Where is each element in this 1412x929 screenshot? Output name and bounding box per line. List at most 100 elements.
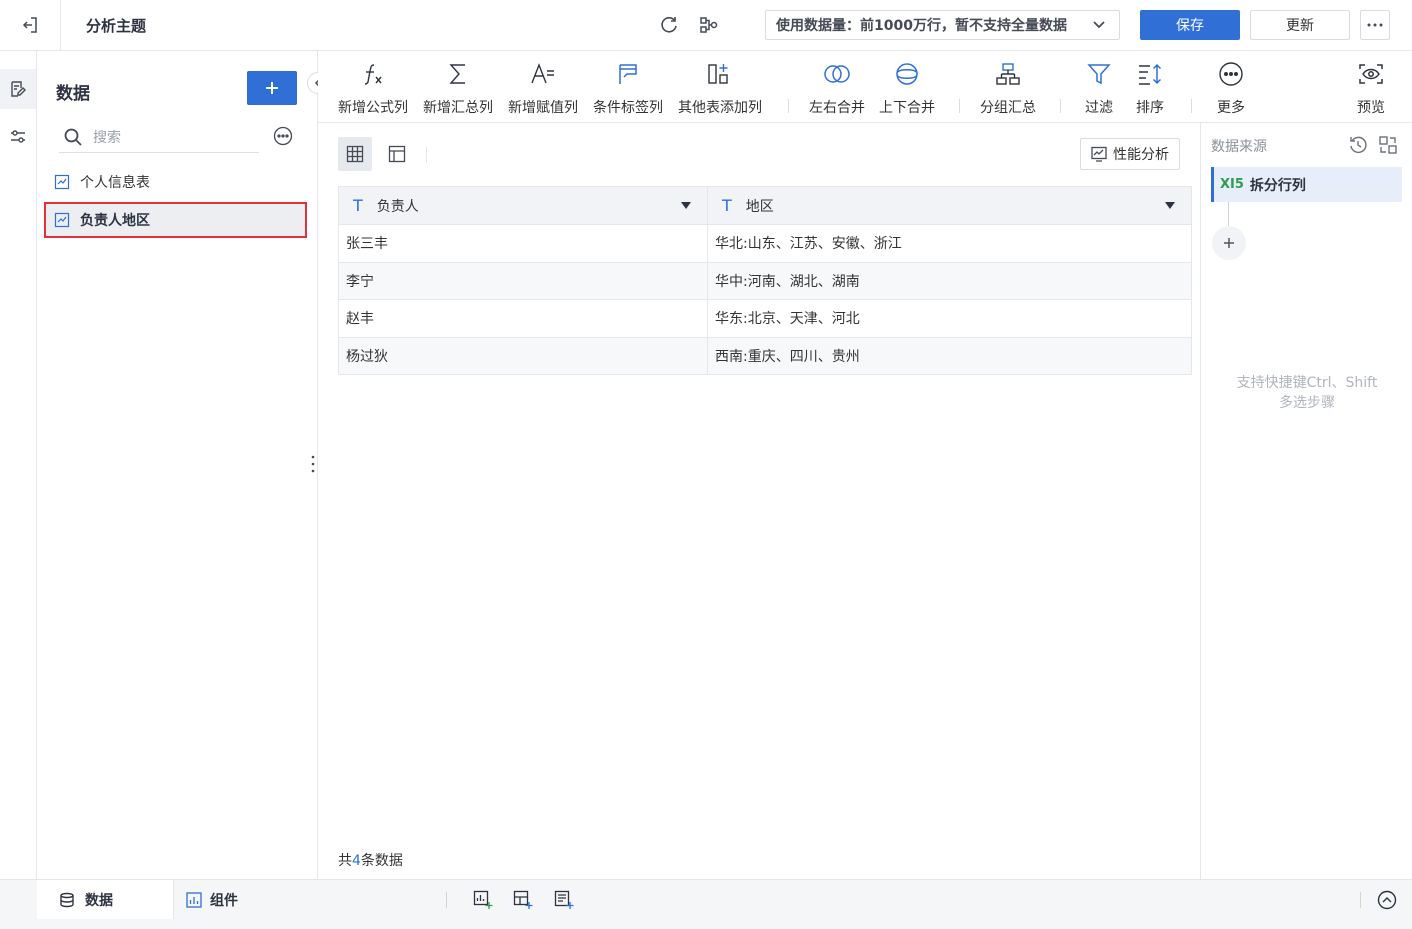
merge-horizontal-button[interactable]: 左右合并 <box>809 59 865 119</box>
step-label: 拆分行列 <box>1249 177 1306 194</box>
data-volume-select[interactable]: 使用数据量：前1000万行，暂不支持全量数据 <box>765 10 1120 40</box>
switch-icon <box>1379 136 1397 154</box>
row-count-value: 4 <box>352 853 361 869</box>
merge-vertical-button[interactable]: 上下合并 <box>879 59 935 119</box>
data-item-selected[interactable]: 负责人地区 <box>44 202 307 238</box>
more-circle-icon <box>273 126 293 146</box>
main-area: 性能分析 T 负责人 T 地区 张三丰 华北:山东、江苏、安徽、浙江 李宁 华中… <box>318 123 1200 879</box>
add-dashboard-button[interactable] <box>512 889 534 911</box>
column-header[interactable]: T 地区 <box>707 186 1192 225</box>
table-cell[interactable]: 华北:山东、江苏、安徽、浙江 <box>707 224 1192 263</box>
search-box <box>59 121 259 153</box>
grid-view-button[interactable] <box>338 137 372 171</box>
search-icon <box>64 128 82 146</box>
preview-button[interactable]: 预览 <box>1357 59 1385 119</box>
data-item[interactable]: 个人信息表 <box>44 164 307 200</box>
row-count-suffix: 条数据 <box>360 853 403 869</box>
left-rail <box>0 51 37 879</box>
table-cell[interactable]: 杨过狄 <box>338 336 708 375</box>
group-summary-button[interactable]: 分组汇总 <box>980 59 1036 119</box>
history-icon <box>1350 136 1367 154</box>
layout-view-button[interactable] <box>380 137 414 171</box>
tool-label: 左右合并 <box>809 100 865 116</box>
caret-down-icon[interactable] <box>1165 202 1175 210</box>
more-options-button[interactable] <box>1360 10 1390 40</box>
tool-label: 新增公式列 <box>338 100 408 116</box>
performance-analysis-button[interactable]: 性能分析 <box>1080 138 1180 170</box>
add-step-button[interactable] <box>1212 226 1246 260</box>
table-cell[interactable]: 华东:北京、天津、河北 <box>707 299 1192 338</box>
exit-button[interactable] <box>0 0 61 50</box>
expand-bottom-button[interactable] <box>1376 889 1398 911</box>
update-button[interactable]: 更新 <box>1250 10 1350 40</box>
add-component-button[interactable] <box>472 889 494 911</box>
search-input[interactable] <box>93 128 253 145</box>
steps-panel-title: 数据来源 <box>1211 139 1267 155</box>
add-report-button[interactable] <box>553 889 575 911</box>
exit-icon <box>22 17 37 33</box>
tool-label: 分组汇总 <box>980 100 1036 116</box>
flag-icon <box>614 59 642 89</box>
more-steps-button[interactable]: 更多 <box>1217 59 1245 119</box>
top-bar: 分析主题 使用数据量：前1000万行，暂不支持全量数据 保存 更新 <box>0 0 1412 51</box>
tool-label: 条件标签列 <box>593 100 663 116</box>
row-count: 共4条数据 <box>338 850 403 870</box>
data-panel-title: 数据 <box>56 84 90 104</box>
lineage-icon <box>700 17 718 33</box>
performance-chart-icon <box>1091 146 1107 162</box>
toolbar-divider <box>1191 99 1192 113</box>
data-edit-icon <box>11 81 26 97</box>
tab-data[interactable]: 数据 <box>37 880 174 919</box>
switch-view-button[interactable] <box>1378 135 1398 159</box>
rail-data-button[interactable] <box>0 69 36 109</box>
data-panel-more-button[interactable] <box>273 126 293 150</box>
caret-down-icon[interactable] <box>681 202 691 210</box>
filter-icon <box>1085 59 1113 89</box>
save-button[interactable]: 保存 <box>1140 10 1240 40</box>
data-item-label: 负责人地区 <box>80 213 150 229</box>
tab-data-label: 数据 <box>85 892 113 909</box>
step-split-rows-columns[interactable]: XI5 拆分行列 <box>1211 167 1402 202</box>
excel-icon: XI5 <box>1220 177 1244 192</box>
page-title: 分析主题 <box>86 17 147 35</box>
history-button[interactable] <box>1348 135 1368 159</box>
merge-horizontal-icon <box>823 59 851 89</box>
rail-settings-button[interactable] <box>0 117 36 157</box>
tab-component[interactable]: 组件 <box>186 880 238 919</box>
table-cell[interactable]: 张三丰 <box>338 224 708 263</box>
table-cell[interactable]: 西南:重庆、四川、贵州 <box>707 336 1192 375</box>
tool-label: 新增汇总列 <box>423 100 493 116</box>
column-header-label: 地区 <box>745 198 774 215</box>
sort-button[interactable]: 排序 <box>1136 59 1164 119</box>
table-chart-icon <box>54 212 70 228</box>
plus-icon <box>266 82 278 94</box>
filter-button[interactable]: 过滤 <box>1085 59 1113 119</box>
step-toolbar: 新增公式列 新增汇总列 新增赋值列 条件标签列 其他表添加列 左右合并 上下合并… <box>318 51 1412 123</box>
table-cell[interactable]: 李宁 <box>338 261 708 300</box>
add-formula-column-button[interactable]: 新增公式列 <box>338 59 408 119</box>
data-item-label: 个人信息表 <box>80 175 150 191</box>
table-cell[interactable]: 赵丰 <box>338 299 708 338</box>
shortcut-hint-line: 多选步骤 <box>1279 395 1335 411</box>
chevron-up-circle-icon <box>1377 890 1397 910</box>
add-data-button[interactable] <box>247 71 297 105</box>
add-report-icon <box>554 890 574 909</box>
chevron-down-icon <box>1093 21 1105 29</box>
add-summary-column-button[interactable]: 新增汇总列 <box>423 59 493 119</box>
tool-label: 预览 <box>1357 100 1385 116</box>
bottom-divider <box>446 892 447 908</box>
add-dashboard-icon <box>513 890 533 909</box>
add-other-table-column-button[interactable]: 其他表添加列 <box>678 59 762 119</box>
table-cell[interactable]: 华中:河南、湖北、湖南 <box>707 261 1192 300</box>
sliders-icon <box>11 130 25 143</box>
group-icon <box>994 59 1022 89</box>
tab-component-label: 组件 <box>210 892 238 909</box>
layout-icon <box>388 145 406 163</box>
condition-tag-column-button[interactable]: 条件标签列 <box>593 59 663 119</box>
refresh-button[interactable] <box>658 14 680 36</box>
panel-resize-handle[interactable] <box>311 455 315 477</box>
add-assign-column-button[interactable]: 新增赋值列 <box>508 59 578 119</box>
text-type-icon: T <box>353 196 363 215</box>
column-header[interactable]: T 负责人 <box>338 186 708 225</box>
lineage-button[interactable] <box>698 14 720 36</box>
